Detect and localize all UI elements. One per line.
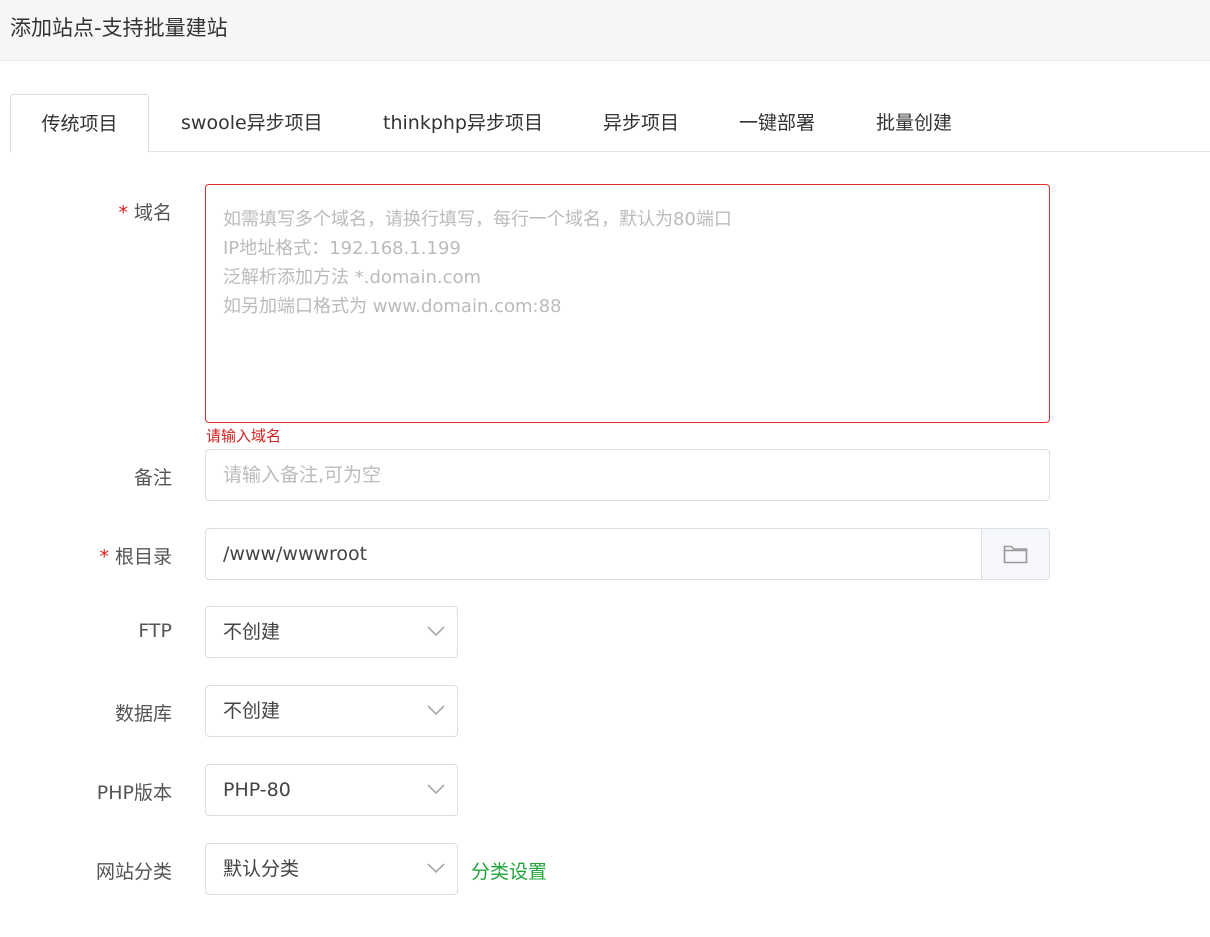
tab-swoole[interactable]: swoole异步项目	[181, 94, 323, 152]
php-version-select[interactable]: PHP-80	[205, 764, 458, 816]
root-label: * 根目录	[99, 546, 172, 568]
ftp-select[interactable]: 不创建	[205, 606, 458, 658]
database-label: 数据库	[114, 703, 172, 725]
database-select[interactable]: 不创建	[205, 685, 458, 737]
category-value: 默认分类	[223, 858, 300, 880]
dialog-header: 添加站点-支持批量建站	[0, 0, 1210, 61]
domain-label: * 域名	[118, 202, 172, 224]
chevron-down-icon	[427, 863, 445, 874]
root-input[interactable]: /www/wwwroot	[205, 528, 1050, 580]
domain-placeholder-line: IP地址格式：192.168.1.199	[223, 238, 461, 259]
chevron-down-icon	[427, 705, 445, 716]
category-settings-link[interactable]: 分类设置	[471, 857, 547, 884]
chevron-down-icon	[427, 784, 445, 795]
remark-label: 备注	[133, 467, 172, 489]
domain-textarea[interactable]: 如需填写多个域名，请换行填写，每行一个域名，默认为80端口 IP地址格式：192…	[205, 184, 1050, 423]
tab-async[interactable]: 异步项目	[603, 94, 679, 152]
dialog-title: 添加站点-支持批量建站	[10, 16, 228, 40]
tab-thinkphp[interactable]: thinkphp异步项目	[383, 94, 543, 152]
domain-error-message: 请输入域名	[206, 427, 282, 445]
database-value: 不创建	[223, 700, 281, 722]
tab-one-click-deploy[interactable]: 一键部署	[739, 94, 815, 152]
domain-placeholder-line: 如需填写多个域名，请换行填写，每行一个域名，默认为80端口	[223, 209, 732, 230]
domain-placeholder-line: 如另加端口格式为 www.domain.com:88	[223, 296, 562, 317]
remark-placeholder: 请输入备注,可为空	[223, 464, 382, 486]
chevron-down-icon	[427, 626, 445, 637]
ftp-value: 不创建	[223, 621, 281, 643]
domain-placeholder-line: 泛解析添加方法 *.domain.com	[223, 267, 482, 288]
category-label: 网站分类	[95, 861, 172, 883]
required-mark: *	[99, 546, 109, 568]
tab-batch-create[interactable]: 批量创建	[876, 94, 952, 152]
folder-icon	[1003, 545, 1028, 564]
category-select[interactable]: 默认分类	[205, 843, 458, 895]
remark-input[interactable]: 请输入备注,可为空	[205, 449, 1050, 501]
tab-bar: 传统项目 swoole异步项目 thinkphp异步项目 异步项目 一键部署 批…	[10, 94, 1210, 153]
php-version-label: PHP版本	[96, 782, 172, 804]
root-value: /www/wwwroot	[223, 543, 368, 565]
browse-folder-button[interactable]	[981, 529, 1049, 579]
required-mark: *	[118, 202, 128, 224]
tab-traditional[interactable]: 传统项目	[10, 94, 149, 153]
ftp-label: FTP	[138, 620, 172, 642]
php-version-value: PHP-80	[223, 779, 291, 801]
